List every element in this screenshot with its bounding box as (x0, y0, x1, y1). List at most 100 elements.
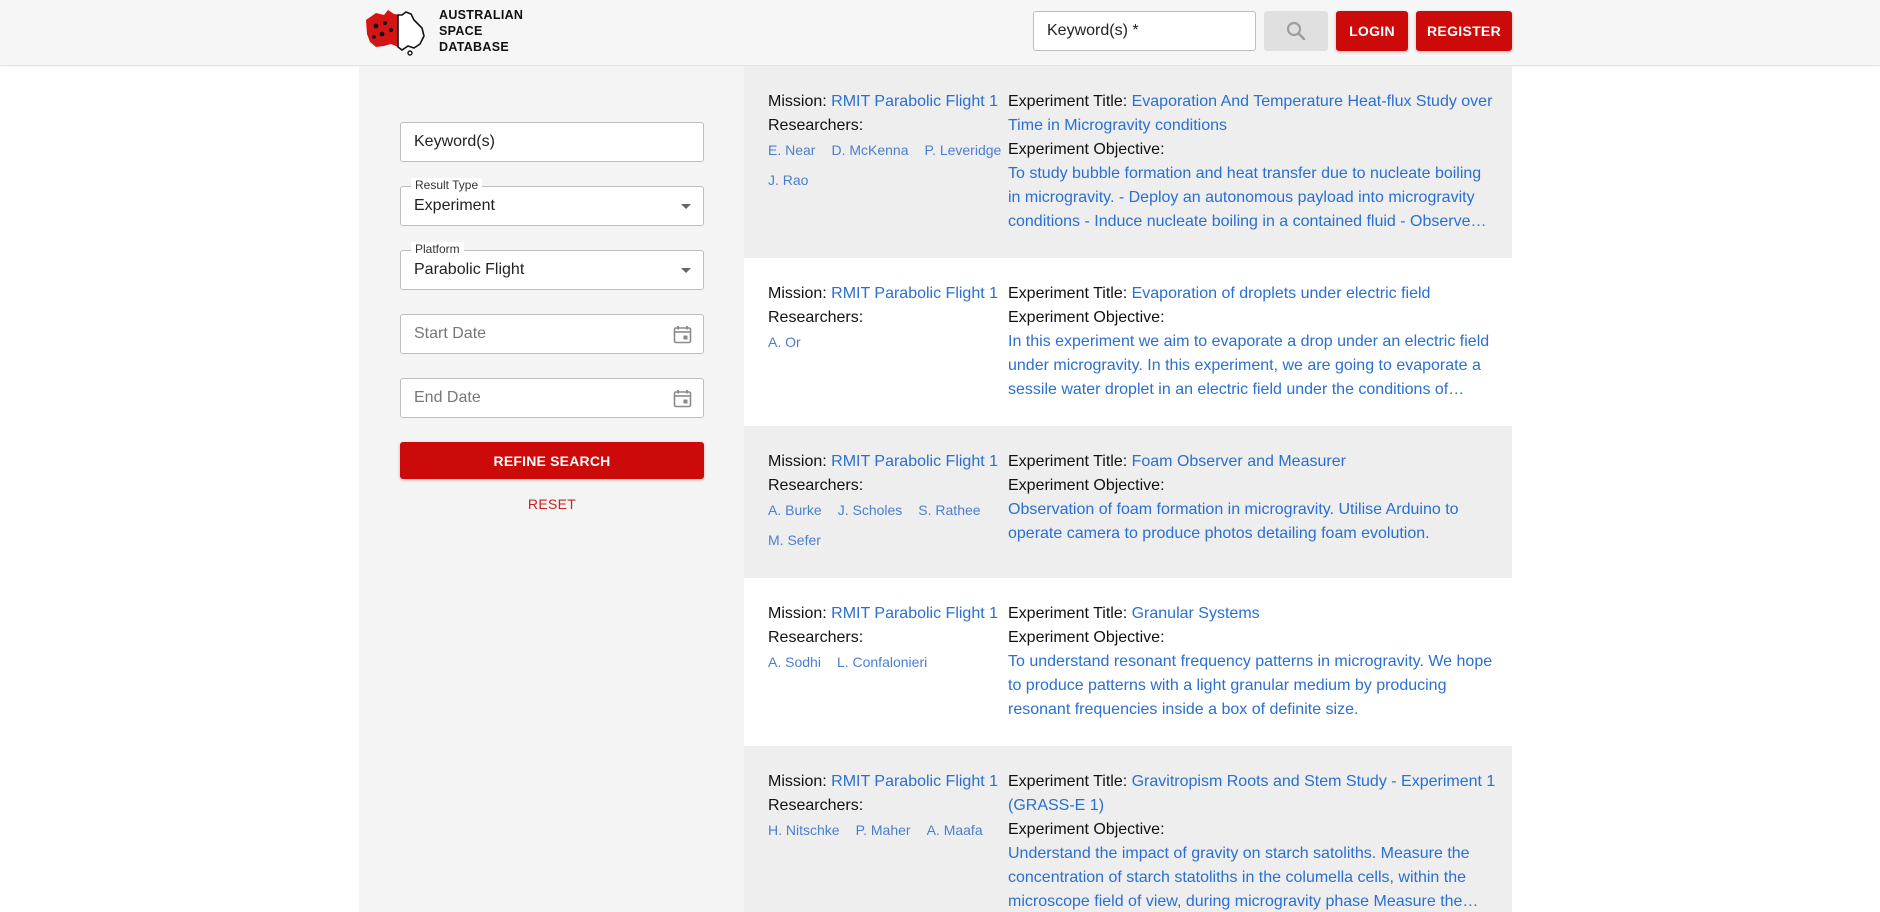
result-details: Experiment Title: Foam Observer and Meas… (1008, 450, 1498, 546)
experiment-objective-label: Experiment Objective: (1008, 309, 1165, 326)
researcher-link[interactable]: H. Nitschke (768, 812, 840, 848)
refine-search-button[interactable]: REFINE SEARCH (400, 442, 704, 479)
experiment-title-label: Experiment Title: (1008, 93, 1128, 110)
mission-label: Mission: (768, 605, 827, 622)
experiment-objective-text[interactable]: Understand the impact of gravity on star… (1008, 842, 1498, 912)
researcher-link[interactable]: P. Maher (856, 812, 911, 848)
calendar-icon[interactable] (673, 389, 692, 408)
experiment-title-label: Experiment Title: (1008, 605, 1128, 622)
experiment-objective-label: Experiment Objective: (1008, 141, 1165, 158)
mission-link[interactable]: RMIT Parabolic Flight 1 (831, 773, 998, 790)
researcher-link[interactable]: S. Rathee (918, 492, 980, 528)
mission-link[interactable]: RMIT Parabolic Flight 1 (831, 285, 998, 302)
logo-line-1: AUSTRALIAN (439, 8, 524, 22)
experiment-title-line: Experiment Title: Gravitropism Roots and… (1008, 770, 1498, 818)
header-search-input[interactable]: Keyword(s) * (1033, 11, 1256, 51)
researcher-link[interactable]: D. McKenna (831, 132, 908, 168)
result-type-label: Result Type (411, 178, 483, 192)
result-details: Experiment Title: Evaporation of droplet… (1008, 282, 1498, 402)
researcher-link[interactable]: J. Scholes (838, 492, 903, 528)
mission-label: Mission: (768, 453, 827, 470)
mission-link[interactable]: RMIT Parabolic Flight 1 (831, 605, 998, 622)
mission-line: Mission: RMIT Parabolic Flight 1 (768, 602, 998, 626)
researchers-list: H. Nitschke P. Maher A. Maafa (768, 818, 1008, 848)
mission-line: Mission: RMIT Parabolic Flight 1 (768, 450, 998, 474)
platform-value: Parabolic Flight (414, 261, 525, 278)
mission-line: Mission: RMIT Parabolic Flight 1 (768, 282, 998, 306)
logo-line-2: SPACE (439, 24, 483, 38)
logo-line-3: DATABASE (439, 40, 509, 54)
result-card[interactable]: Mission: RMIT Parabolic Flight 1 Research… (744, 746, 1512, 912)
experiment-title-label: Experiment Title: (1008, 773, 1128, 790)
researchers-list: A. Or (768, 330, 1008, 360)
result-details: Experiment Title: Evaporation And Temper… (1008, 90, 1498, 234)
mission-link[interactable]: RMIT Parabolic Flight 1 (831, 93, 998, 110)
researcher-link[interactable]: L. Confalonieri (837, 644, 927, 680)
experiment-objective-text[interactable]: In this experiment we aim to evaporate a… (1008, 330, 1498, 402)
mission-line: Mission: RMIT Parabolic Flight 1 (768, 90, 998, 114)
result-meta: Mission: RMIT Parabolic Flight 1 Research… (768, 90, 1001, 198)
platform-label: Platform (411, 242, 464, 256)
result-card[interactable]: Mission: RMIT Parabolic Flight 1 Research… (744, 258, 1512, 426)
result-details: Experiment Title: Granular Systems Experi… (1008, 602, 1498, 722)
experiment-title-label: Experiment Title: (1008, 285, 1128, 302)
australia-map-logo-icon (366, 10, 425, 56)
result-meta: Mission: RMIT Parabolic Flight 1 Research… (768, 282, 998, 360)
result-card[interactable]: Mission: RMIT Parabolic Flight 1 Research… (744, 426, 1512, 578)
researcher-link[interactable]: M. Sefer (768, 522, 821, 558)
login-button[interactable]: LOGIN (1336, 11, 1408, 51)
result-meta: Mission: RMIT Parabolic Flight 1 Research… (768, 770, 998, 848)
logo[interactable]: AUSTRALIAN SPACE DATABASE (358, 6, 523, 56)
experiment-title-label: Experiment Title: (1008, 453, 1128, 470)
experiment-title-line: Experiment Title: Granular Systems (1008, 602, 1498, 626)
mission-label: Mission: (768, 773, 827, 790)
researchers-list: E. Near D. McKenna P. Leveridge J. Rao (768, 138, 1008, 198)
experiment-objective-text[interactable]: Observation of foam formation in microgr… (1008, 498, 1498, 546)
mission-label: Mission: (768, 285, 827, 302)
researchers-list: A. Burke J. Scholes S. Rathee M. Sefer (768, 498, 1008, 558)
top-header: AUSTRALIAN SPACE DATABASE Keyword(s) * L… (0, 0, 1880, 66)
experiment-title-link[interactable]: Foam Observer and Measurer (1132, 453, 1346, 470)
mission-label: Mission: (768, 93, 827, 110)
search-icon (1286, 21, 1306, 41)
result-type-select[interactable]: Result Type Experiment (400, 178, 704, 226)
researcher-link[interactable]: A. Or (768, 324, 801, 360)
researchers-list: A. Sodhi L. Confalonieri (768, 650, 1008, 680)
researchers-label: Researchers: (768, 309, 864, 326)
result-card[interactable]: Mission: RMIT Parabolic Flight 1 Research… (744, 578, 1512, 746)
experiment-objective-label: Experiment Objective: (1008, 477, 1165, 494)
experiment-title-link[interactable]: Evaporation of droplets under electric f… (1132, 285, 1431, 302)
experiment-title-line: Experiment Title: Evaporation of droplet… (1008, 282, 1498, 306)
experiment-objective-label: Experiment Objective: (1008, 629, 1165, 646)
end-date-placeholder: End Date (414, 389, 481, 406)
researcher-link[interactable]: A. Sodhi (768, 644, 821, 680)
result-meta: Mission: RMIT Parabolic Flight 1 Research… (768, 450, 998, 558)
start-date-input[interactable]: Start Date (400, 314, 704, 354)
researcher-link[interactable]: P. Leveridge (925, 132, 1002, 168)
calendar-icon[interactable] (673, 325, 692, 344)
experiment-objective-text[interactable]: To study bubble formation and heat trans… (1008, 162, 1498, 234)
header-search-button[interactable] (1264, 11, 1328, 51)
result-type-value: Experiment (414, 197, 495, 214)
platform-select[interactable]: Platform Parabolic Flight (400, 242, 704, 290)
register-button[interactable]: REGISTER (1416, 11, 1512, 51)
mission-line: Mission: RMIT Parabolic Flight 1 (768, 770, 998, 794)
logo-text: AUSTRALIAN SPACE DATABASE (439, 7, 523, 55)
caret-down-icon (681, 268, 691, 273)
caret-down-icon (681, 204, 691, 209)
researcher-link[interactable]: J. Rao (768, 162, 808, 198)
result-meta: Mission: RMIT Parabolic Flight 1 Research… (768, 602, 998, 680)
mission-link[interactable]: RMIT Parabolic Flight 1 (831, 453, 998, 470)
result-card[interactable]: Mission: RMIT Parabolic Flight 1 Research… (744, 66, 1512, 258)
experiment-title-line: Experiment Title: Evaporation And Temper… (1008, 90, 1498, 138)
result-details: Experiment Title: Gravitropism Roots and… (1008, 770, 1498, 912)
experiment-title-link[interactable]: Granular Systems (1132, 605, 1260, 622)
experiment-objective-label: Experiment Objective: (1008, 821, 1165, 838)
researcher-link[interactable]: A. Maafa (927, 812, 983, 848)
keyword-input[interactable]: Keyword(s) (400, 122, 704, 162)
experiment-objective-text[interactable]: To understand resonant frequency pattern… (1008, 650, 1498, 722)
experiment-title-line: Experiment Title: Foam Observer and Meas… (1008, 450, 1498, 474)
end-date-input[interactable]: End Date (400, 378, 704, 418)
start-date-placeholder: Start Date (414, 325, 487, 342)
reset-link[interactable]: RESET (400, 496, 704, 512)
